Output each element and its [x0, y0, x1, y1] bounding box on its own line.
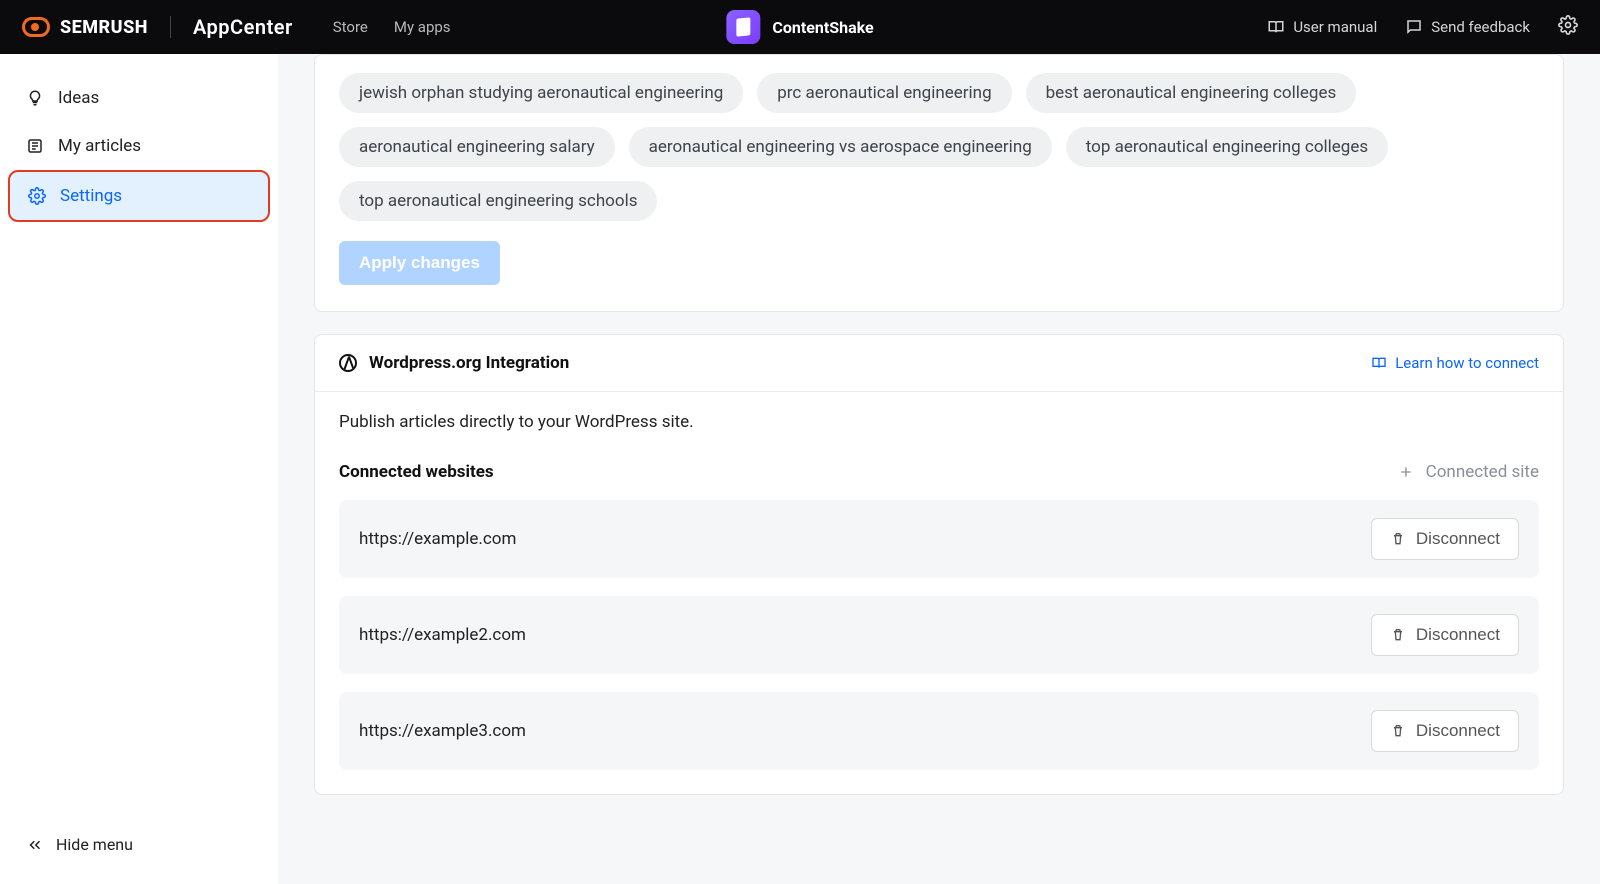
sidebar-item-label: Settings — [60, 186, 122, 206]
sidebar: Ideas My articles Settings Hide menu — [0, 54, 278, 884]
settings-gear-button[interactable] — [1558, 15, 1578, 39]
lightbulb-icon — [26, 89, 44, 107]
wordpress-title-text: Wordpress.org Integration — [369, 353, 569, 373]
book-icon — [1267, 18, 1285, 36]
disconnect-button[interactable]: Disconnect — [1371, 518, 1519, 560]
user-manual-link[interactable]: User manual — [1267, 18, 1377, 36]
disconnect-button[interactable]: Disconnect — [1371, 614, 1519, 656]
connected-site-row: https://example.com Disconnect — [339, 500, 1539, 578]
site-url: https://example2.com — [359, 625, 526, 645]
tag-chip[interactable]: jewish orphan studying aeronautical engi… — [339, 73, 743, 113]
send-feedback-label: Send feedback — [1431, 18, 1530, 36]
disconnect-label: Disconnect — [1416, 721, 1500, 741]
appcenter-label: AppCenter — [193, 15, 293, 39]
disconnect-label: Disconnect — [1416, 529, 1500, 549]
plus-icon — [1398, 464, 1414, 480]
top-nav: Store My apps — [333, 18, 451, 36]
tag-chip[interactable]: prc aeronautical engineering — [757, 73, 1011, 113]
apply-changes-button[interactable]: Apply changes — [339, 241, 500, 285]
tag-chip[interactable]: aeronautical engineering salary — [339, 127, 615, 167]
user-manual-label: User manual — [1293, 18, 1377, 36]
divider — [170, 16, 171, 38]
site-url: https://example3.com — [359, 721, 526, 741]
nav-my-apps[interactable]: My apps — [394, 18, 451, 36]
connected-site-row: https://example2.com Disconnect — [339, 596, 1539, 674]
sidebar-item-label: Ideas — [58, 88, 99, 108]
learn-link-label: Learn how to connect — [1395, 354, 1539, 372]
sidebar-item-settings[interactable]: Settings — [8, 170, 270, 222]
connected-websites-label: Connected websites — [339, 462, 494, 482]
nav-store[interactable]: Store — [333, 18, 368, 36]
sidebar-item-ideas[interactable]: Ideas — [8, 74, 270, 122]
wordpress-icon — [339, 354, 357, 372]
disconnect-button[interactable]: Disconnect — [1371, 710, 1519, 752]
tag-chip[interactable]: top aeronautical engineering schools — [339, 181, 657, 221]
tag-chip[interactable]: aeronautical engineering vs aerospace en… — [629, 127, 1052, 167]
tags-card: jewish orphan studying aeronautical engi… — [314, 54, 1564, 312]
hide-menu-label: Hide menu — [56, 835, 133, 854]
tags-container: jewish orphan studying aeronautical engi… — [339, 65, 1539, 221]
gear-icon — [1558, 15, 1578, 35]
main-content: jewish orphan studying aeronautical engi… — [278, 54, 1600, 884]
sidebar-item-my-articles[interactable]: My articles — [8, 122, 270, 170]
book-open-icon — [1371, 355, 1387, 371]
disconnect-label: Disconnect — [1416, 625, 1500, 645]
brand-logo[interactable]: SEMRUSH AppCenter — [22, 15, 293, 39]
site-url: https://example.com — [359, 529, 516, 549]
trash-icon — [1390, 723, 1406, 739]
trash-icon — [1390, 531, 1406, 547]
hide-menu-button[interactable]: Hide menu — [8, 817, 270, 872]
chevrons-left-icon — [26, 836, 44, 854]
wordpress-description: Publish articles directly to your WordPr… — [339, 412, 1539, 432]
add-connected-site-button[interactable]: Connected site — [1398, 462, 1539, 482]
tag-chip[interactable]: top aeronautical engineering colleges — [1066, 127, 1388, 167]
send-feedback-link[interactable]: Send feedback — [1405, 18, 1530, 36]
feedback-icon — [1405, 18, 1423, 36]
gear-icon — [28, 187, 46, 205]
trash-icon — [1390, 627, 1406, 643]
app-name: ContentShake — [772, 18, 873, 37]
wordpress-integration-card: Wordpress.org Integration Learn how to c… — [314, 334, 1564, 795]
add-site-label: Connected site — [1426, 462, 1539, 482]
current-app: ContentShake — [726, 10, 873, 44]
sidebar-item-label: My articles — [58, 136, 141, 156]
semrush-logo-icon — [22, 17, 50, 37]
learn-how-to-connect-link[interactable]: Learn how to connect — [1371, 354, 1539, 372]
tag-chip[interactable]: best aeronautical engineering colleges — [1026, 73, 1357, 113]
wordpress-title: Wordpress.org Integration — [339, 353, 569, 373]
top-bar: SEMRUSH AppCenter Store My apps ContentS… — [0, 0, 1600, 54]
articles-icon — [26, 137, 44, 155]
contentshake-app-icon — [726, 10, 760, 44]
connected-site-row: https://example3.com Disconnect — [339, 692, 1539, 770]
brand-text: SEMRUSH — [60, 17, 148, 38]
